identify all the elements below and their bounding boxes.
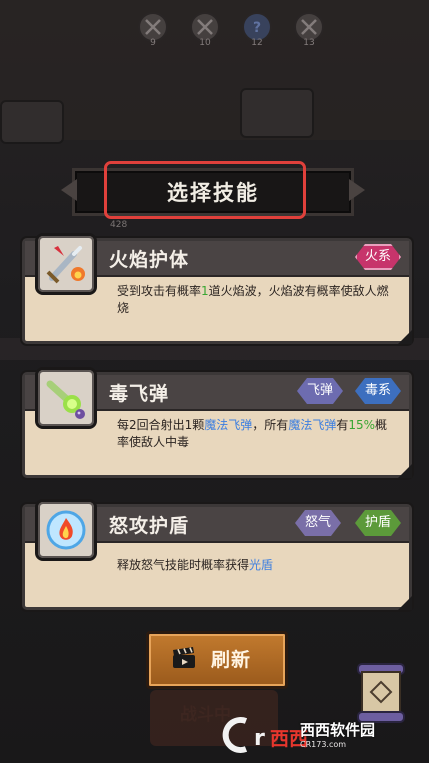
svg-text:r: r [254,726,265,751]
desc-highlight: 15% [348,418,376,432]
card-corner-fold [398,330,412,344]
desc-text: 释放怒气技能时概率获得 [117,558,250,572]
watermark-brand: 西西软件园 [300,721,376,739]
stage-number: 13 [303,38,315,48]
refresh-button[interactable]: 刷新 [146,631,288,689]
watermark-site: CR173.com [300,740,347,749]
refresh-label: 刷新 [211,649,252,671]
clapperboard-icon [173,647,195,668]
crossed-swords-icon: 10 [190,12,220,48]
stage-number: 10 [199,38,211,48]
rock-decoration [240,88,314,138]
svg-text:?: ? [253,20,261,36]
card-corner-fold [398,596,412,610]
desc-highlight: 1 [201,284,209,298]
stage-number: 9 [150,38,156,48]
crossed-swords-icon: 9 [138,12,168,48]
desc-highlight: 魔法飞弹 [288,418,337,432]
stage-number: 12 [251,38,263,48]
rock-decoration [0,100,64,144]
skill-name: 毒飞弹 [109,383,170,405]
title-highlight-box [104,161,306,219]
fire-shield-icon [35,499,97,561]
skill-description: 每2回合射出1颗魔法飞弹，所有魔法飞弹有15%概率使敌人中毒 [117,417,399,451]
skill-description: 受到攻击有概率1道火焰波，火焰波有概率使敌人燃烧 [117,283,399,317]
skill-name: 火焰护体 [109,249,190,271]
skill-card-poison-missile[interactable]: 毒飞弹 飞弹 毒系 每2回合射出1颗魔法飞弹，所有魔法飞弹有15%概率使敌人中毒 [22,367,412,478]
card-corner-fold [398,464,412,478]
desc-text: 每2回合射出1颗 [117,418,205,432]
desc-highlight: 光盾 [249,558,274,572]
skill-name: 怒攻护盾 [109,515,190,537]
skill-card-fire-body[interactable]: 火焰护体 火系 受到攻击有概率1道火焰波，火焰波有概率使敌人燃烧 [22,233,412,344]
skill-card-rage-shield[interactable]: 怒攻护盾 怒气 护盾 释放怒气技能时概率获得光盾 [22,499,412,610]
flaming-sword-icon [35,233,97,295]
desc-highlight: 魔法飞弹 [204,418,253,432]
desc-text: ，所有 [252,418,289,432]
skill-description: 释放怒气技能时概率获得光盾 [117,557,399,574]
question-icon: ? 12 [242,12,272,48]
hp-value: 428 [110,220,128,230]
stage-icons-row: 9 10 ? 12 13 [138,12,324,48]
poison-missile-icon [35,367,97,429]
desc-text: 有 [336,418,349,432]
desc-text: 受到攻击有概率 [117,284,202,298]
crossed-swords-icon: 13 [294,12,324,48]
